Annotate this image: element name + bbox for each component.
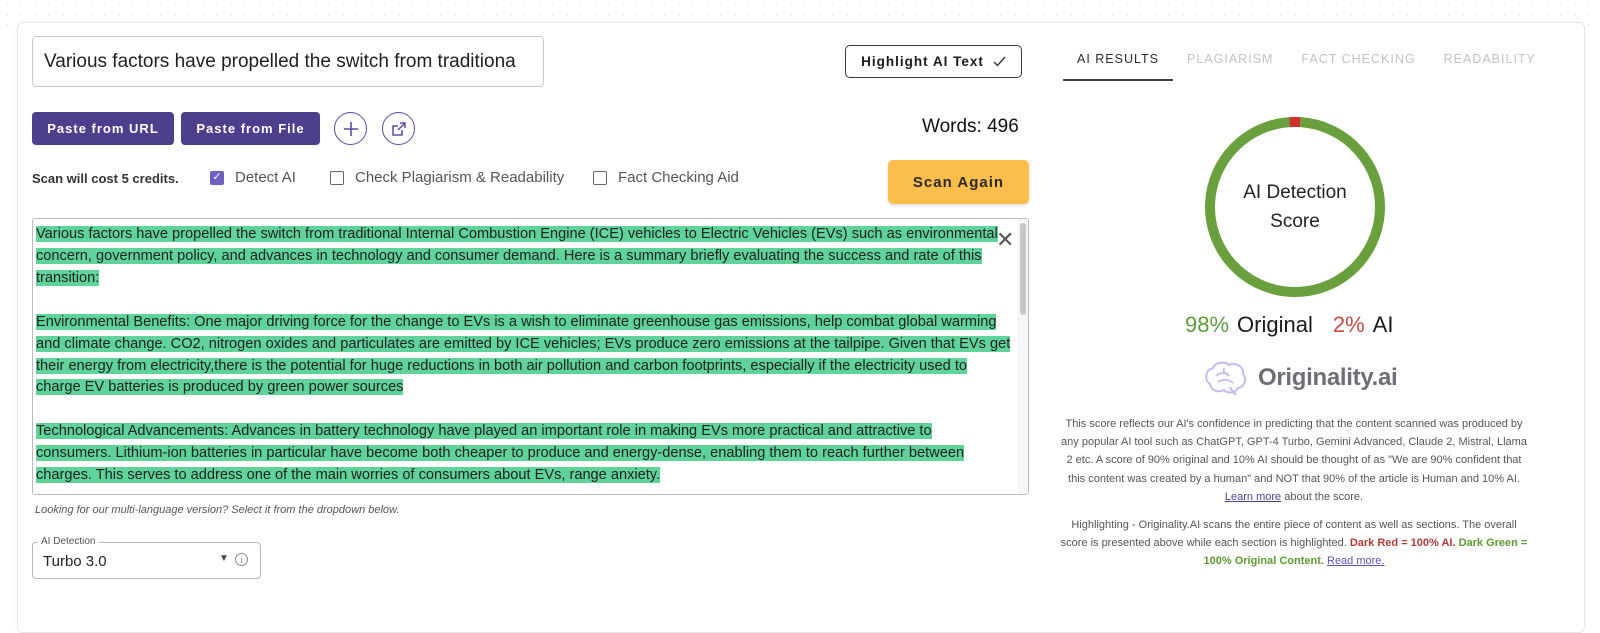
highlight-label: Highlight AI Text bbox=[861, 54, 984, 69]
scrollbar-thumb[interactable] bbox=[1020, 223, 1026, 315]
results-tabs: AI RESULTS PLAGIARISM FACT CHECKING READ… bbox=[1063, 52, 1550, 82]
check-icon bbox=[993, 56, 1006, 67]
paste-from-file-button[interactable]: Paste from File bbox=[181, 112, 320, 145]
ai-percent: 2% bbox=[1332, 312, 1365, 337]
read-more-link[interactable]: Read more. bbox=[1327, 555, 1384, 567]
paragraph: Various factors have propelled the switc… bbox=[36, 224, 1011, 290]
scan-cost-text: Scan will cost 5 credits. bbox=[32, 171, 179, 186]
checkbox-unchecked-icon bbox=[593, 170, 607, 185]
fact-checking-label: Fact Checking Aid bbox=[618, 169, 739, 186]
editor-scrollbar[interactable] bbox=[1017, 219, 1028, 494]
score-summary: 98% Original 2% AI bbox=[1185, 312, 1393, 338]
checkbox-unchecked-icon bbox=[330, 170, 344, 185]
plus-icon bbox=[343, 121, 358, 136]
highlighted-text: Technological Advancements: Advances in … bbox=[36, 423, 965, 484]
donut-label-line2: Score bbox=[1270, 211, 1320, 232]
paragraph: Environmental Benefits: One major drivin… bbox=[36, 312, 1011, 400]
dark-red-legend: Dark Red = 100% AI. bbox=[1349, 537, 1456, 550]
share-icon bbox=[391, 121, 406, 136]
highlighted-text: Environmental Benefits: One major drivin… bbox=[36, 313, 1011, 396]
original-percent: 98% bbox=[1185, 312, 1230, 337]
close-icon[interactable]: ✕ bbox=[996, 229, 1014, 251]
content-editor[interactable]: Various factors have propelled the switc… bbox=[32, 218, 1029, 495]
tab-ai-results[interactable]: AI RESULTS bbox=[1063, 52, 1174, 81]
word-count: Words: 496 bbox=[922, 116, 1019, 137]
paragraph: Technological Advancements: Advances in … bbox=[36, 421, 1011, 487]
select-value: Turbo 3.0 bbox=[43, 553, 107, 570]
detect-ai-checkbox[interactable]: ✓ Detect AI bbox=[210, 169, 296, 186]
ai-model-select[interactable]: Turbo 3.0 ▼ i bbox=[32, 542, 261, 579]
fact-checking-checkbox[interactable]: Fact Checking Aid bbox=[593, 169, 739, 186]
add-button[interactable] bbox=[334, 112, 367, 145]
description-text: This score reflects our AI's confidence … bbox=[1061, 418, 1527, 485]
share-button[interactable] bbox=[382, 112, 415, 145]
checkbox-checked-icon: ✓ bbox=[210, 170, 224, 185]
highlighted-text: Various factors have propelled the switc… bbox=[36, 226, 998, 286]
select-legend: AI Detection bbox=[38, 536, 99, 547]
learn-more-link[interactable]: Learn more bbox=[1225, 491, 1281, 503]
plagiarism-label: Check Plagiarism & Readability bbox=[355, 169, 565, 186]
brand-name: Originality.ai bbox=[1258, 364, 1398, 391]
highlight-ai-text-button[interactable]: Highlight AI Text bbox=[845, 45, 1022, 78]
scan-again-button[interactable]: Scan Again bbox=[888, 160, 1029, 204]
description-tail: about the score. bbox=[1284, 490, 1364, 503]
tab-readability[interactable]: READABILITY bbox=[1430, 52, 1550, 81]
title-input[interactable]: Various factors have propelled the switc… bbox=[32, 36, 544, 87]
tab-plagiarism[interactable]: PLAGIARISM bbox=[1173, 52, 1287, 81]
highlighting-note: Highlighting - Originality.AI scans the … bbox=[1058, 516, 1530, 571]
info-icon[interactable]: i bbox=[235, 553, 248, 566]
originality-logo: Originality.ai bbox=[1202, 360, 1398, 396]
score-description: This score reflects our AI's confidence … bbox=[1058, 415, 1530, 506]
brain-logo-icon bbox=[1205, 361, 1247, 396]
detect-ai-label: Detect AI bbox=[235, 169, 296, 186]
plagiarism-checkbox[interactable]: Check Plagiarism & Readability bbox=[330, 169, 564, 186]
original-label: Original bbox=[1237, 312, 1313, 337]
donut-label: AI Detection Score bbox=[1204, 178, 1386, 236]
multi-language-hint: Looking for our multi-language version? … bbox=[35, 504, 400, 516]
editor-text[interactable]: Various factors have propelled the switc… bbox=[36, 224, 1011, 494]
donut-label-line1: AI Detection bbox=[1243, 182, 1347, 203]
ai-label: AI bbox=[1372, 312, 1394, 337]
caret-down-icon: ▼ bbox=[219, 553, 229, 564]
paste-from-url-button[interactable]: Paste from URL bbox=[32, 112, 174, 145]
tab-fact-checking[interactable]: FACT CHECKING bbox=[1287, 52, 1429, 81]
